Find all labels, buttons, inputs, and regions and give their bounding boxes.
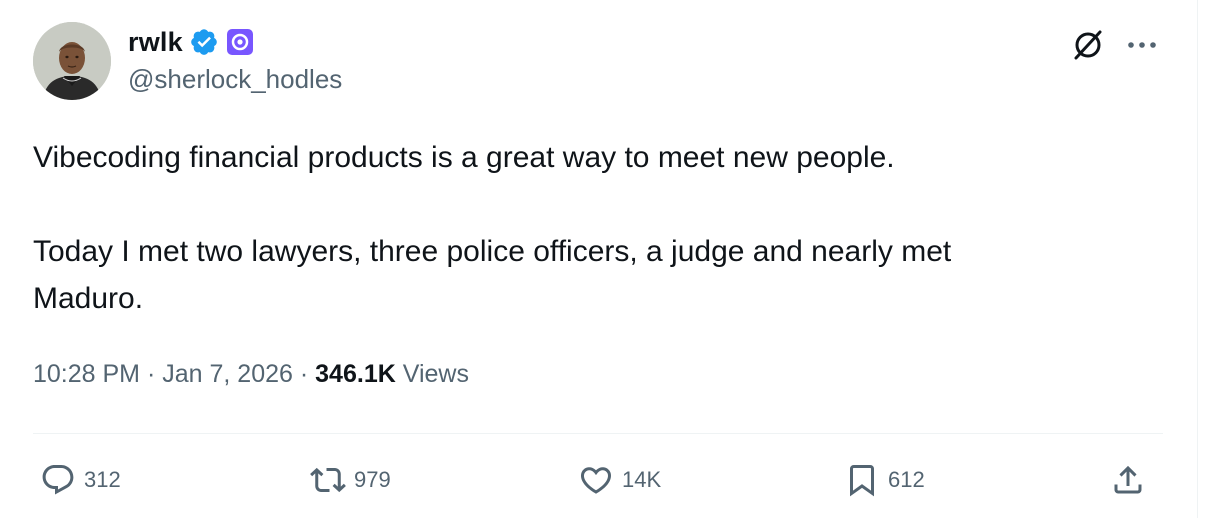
more-options-button[interactable]	[1122, 25, 1162, 65]
repost-count: 979	[354, 467, 391, 492]
tweet-paragraph-1: Vibecoding financial products is a great…	[33, 141, 895, 174]
heart-icon	[580, 467, 612, 494]
repost-icon	[310, 467, 346, 493]
repost-button[interactable]: 979	[310, 458, 391, 502]
author-name-row: rwlk	[128, 22, 255, 62]
tweet-date[interactable]: Jan 7, 2026	[162, 360, 293, 388]
reply-count: 312	[84, 467, 121, 492]
grok-icon	[1074, 30, 1102, 60]
tweet-card: rwlk @sherlock_hodles Vibecoding financi…	[0, 0, 1206, 518]
more-options-icon	[1128, 42, 1156, 48]
meta-separator-1: ·	[146, 360, 156, 388]
reply-icon	[42, 465, 74, 495]
tweet-meta: 10:28 PM · Jan 7, 2026 · 346.1K Views	[33, 360, 469, 389]
like-button[interactable]: 14K	[578, 458, 661, 502]
card-border	[1197, 0, 1198, 518]
avatar[interactable]	[33, 22, 111, 100]
bookmark-count: 612	[888, 467, 925, 492]
views-count: 346.1K	[315, 360, 396, 388]
bookmark-icon	[850, 465, 874, 497]
grok-button[interactable]	[1068, 25, 1108, 65]
tweet-time[interactable]: 10:28 PM	[33, 360, 140, 388]
share-button[interactable]	[1110, 458, 1146, 502]
author-handle[interactable]: @sherlock_hodles	[128, 64, 342, 95]
reply-button[interactable]: 312	[40, 458, 121, 502]
tweet-text: Vibecoding financial products is a great…	[33, 134, 1153, 322]
tweet-paragraph-2-line-2: Maduro.	[33, 282, 144, 315]
affiliate-badge-icon[interactable]	[225, 27, 255, 57]
bookmark-button[interactable]: 612	[844, 458, 925, 502]
author-display-name[interactable]: rwlk	[128, 27, 183, 58]
user-avatar-icon	[33, 22, 111, 100]
share-icon	[1114, 465, 1142, 494]
tweet-paragraph-2-line-1: Today I met two lawyers, three police of…	[33, 235, 952, 268]
meta-separator-2: ·	[299, 360, 309, 388]
divider	[33, 433, 1163, 434]
views-label: Views	[402, 360, 469, 388]
verified-badge-icon[interactable]	[189, 27, 219, 57]
like-count: 14K	[622, 467, 662, 492]
